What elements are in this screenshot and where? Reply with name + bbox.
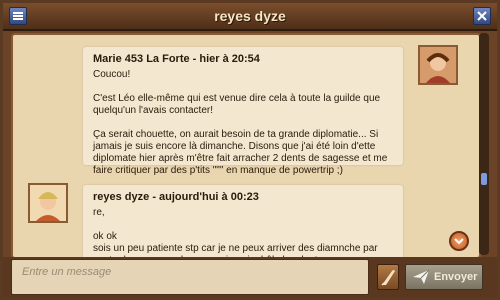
message-input-placeholder: Entre un message (22, 266, 112, 278)
message-author: Marie 453 La Forte - hier à 20:54 (93, 53, 260, 65)
message-window: reyes dyze Marie 453 La Forte - hier à 2… (0, 0, 500, 300)
message-item: reyes dyze - aujourd'hui à 00:23 re, ok … (83, 185, 403, 257)
message-item: Marie 453 La Forte - hier à 20:54 Coucou… (83, 47, 403, 176)
scrollbar[interactable] (479, 33, 489, 255)
message-thread[interactable]: Marie 453 La Forte - hier à 20:54 Coucou… (11, 33, 481, 259)
message-line: Ça serait chouette, on aurait besoin de … (93, 129, 388, 176)
avatar-portrait-icon (30, 185, 66, 221)
window-title: reyes dyze (214, 8, 286, 24)
paper-plane-icon (413, 269, 430, 284)
avatar[interactable] (418, 45, 458, 85)
title-bar: reyes dyze (3, 3, 497, 31)
scrollbar-thumb[interactable] (481, 173, 487, 185)
chevron-down-icon (454, 238, 464, 245)
avatar[interactable] (28, 183, 68, 223)
message-input[interactable]: Entre un message (11, 259, 369, 295)
message-body: Coucou! C'est Léo elle-même qui est venu… (93, 69, 393, 189)
attach-button[interactable] (377, 264, 399, 290)
message-line: re, (93, 207, 105, 218)
message-author: reyes dyze - aujourd'hui à 00:23 (93, 191, 259, 203)
quill-icon (381, 270, 395, 286)
avatar-portrait-icon (420, 47, 456, 83)
scroll-down-button[interactable] (449, 231, 469, 251)
close-button[interactable] (473, 7, 491, 25)
close-icon (477, 11, 487, 21)
send-button-label: Envoyer (434, 271, 478, 283)
message-line: C'est Léo elle-même qui est venue dire c… (93, 93, 381, 116)
message-line: Coucou! (93, 69, 131, 80)
message-line: ok ok (93, 231, 117, 242)
message-body: re, ok ok sois un peu patiente stp car j… (93, 207, 393, 257)
send-button[interactable]: Envoyer (405, 264, 483, 290)
